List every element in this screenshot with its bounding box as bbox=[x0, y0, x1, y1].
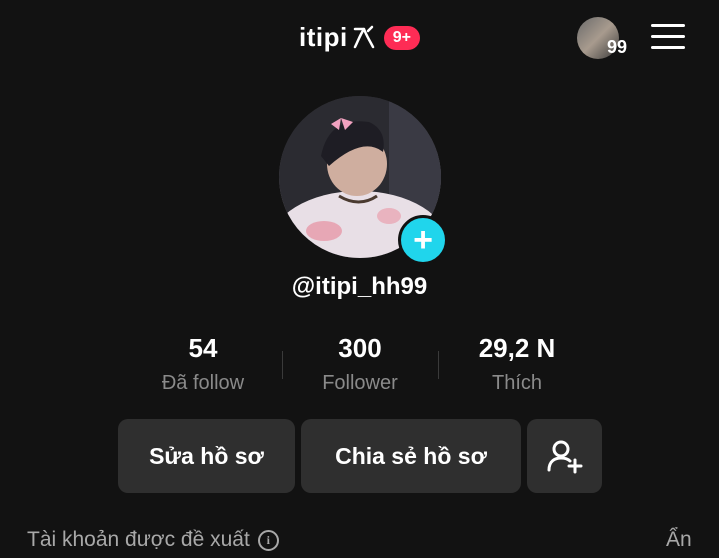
suggested-label-text: Tài khoản được đề xuất bbox=[27, 528, 250, 551]
stat-value: 29,2 N bbox=[478, 333, 556, 363]
add-photo-button[interactable]: + bbox=[398, 215, 448, 265]
stat-followers[interactable]: 300 Follower bbox=[280, 333, 440, 395]
stat-value: 300 bbox=[338, 333, 382, 363]
add-person-icon bbox=[547, 440, 582, 474]
account-count: 99 bbox=[607, 37, 628, 57]
app-name: itipi bbox=[299, 22, 348, 52]
edit-profile-button[interactable]: Sửa hồ sơ bbox=[118, 419, 295, 493]
share-profile-button[interactable]: Chia sẻ hồ sơ bbox=[301, 419, 521, 493]
hide-suggestions-button[interactable]: Ẩn bbox=[666, 528, 692, 552]
add-friend-button[interactable] bbox=[527, 419, 602, 493]
username: @itipi_hh99 bbox=[291, 273, 428, 300]
stat-label: Đã follow bbox=[161, 372, 245, 394]
stat-following[interactable]: 54 Đã follow bbox=[123, 333, 283, 395]
wave-icon bbox=[353, 25, 374, 48]
notification-badge[interactable]: 9+ bbox=[383, 25, 420, 50]
menu-icon[interactable] bbox=[651, 24, 685, 50]
info-icon[interactable]: i bbox=[257, 529, 279, 551]
suggested-accounts-label: Tài khoản được đề xuất i bbox=[27, 528, 279, 552]
stat-likes[interactable]: 29,2 N Thích bbox=[437, 333, 597, 395]
stat-label: Thích bbox=[491, 372, 543, 394]
stat-label: Follower bbox=[322, 372, 398, 394]
stat-value: 54 bbox=[188, 333, 218, 363]
